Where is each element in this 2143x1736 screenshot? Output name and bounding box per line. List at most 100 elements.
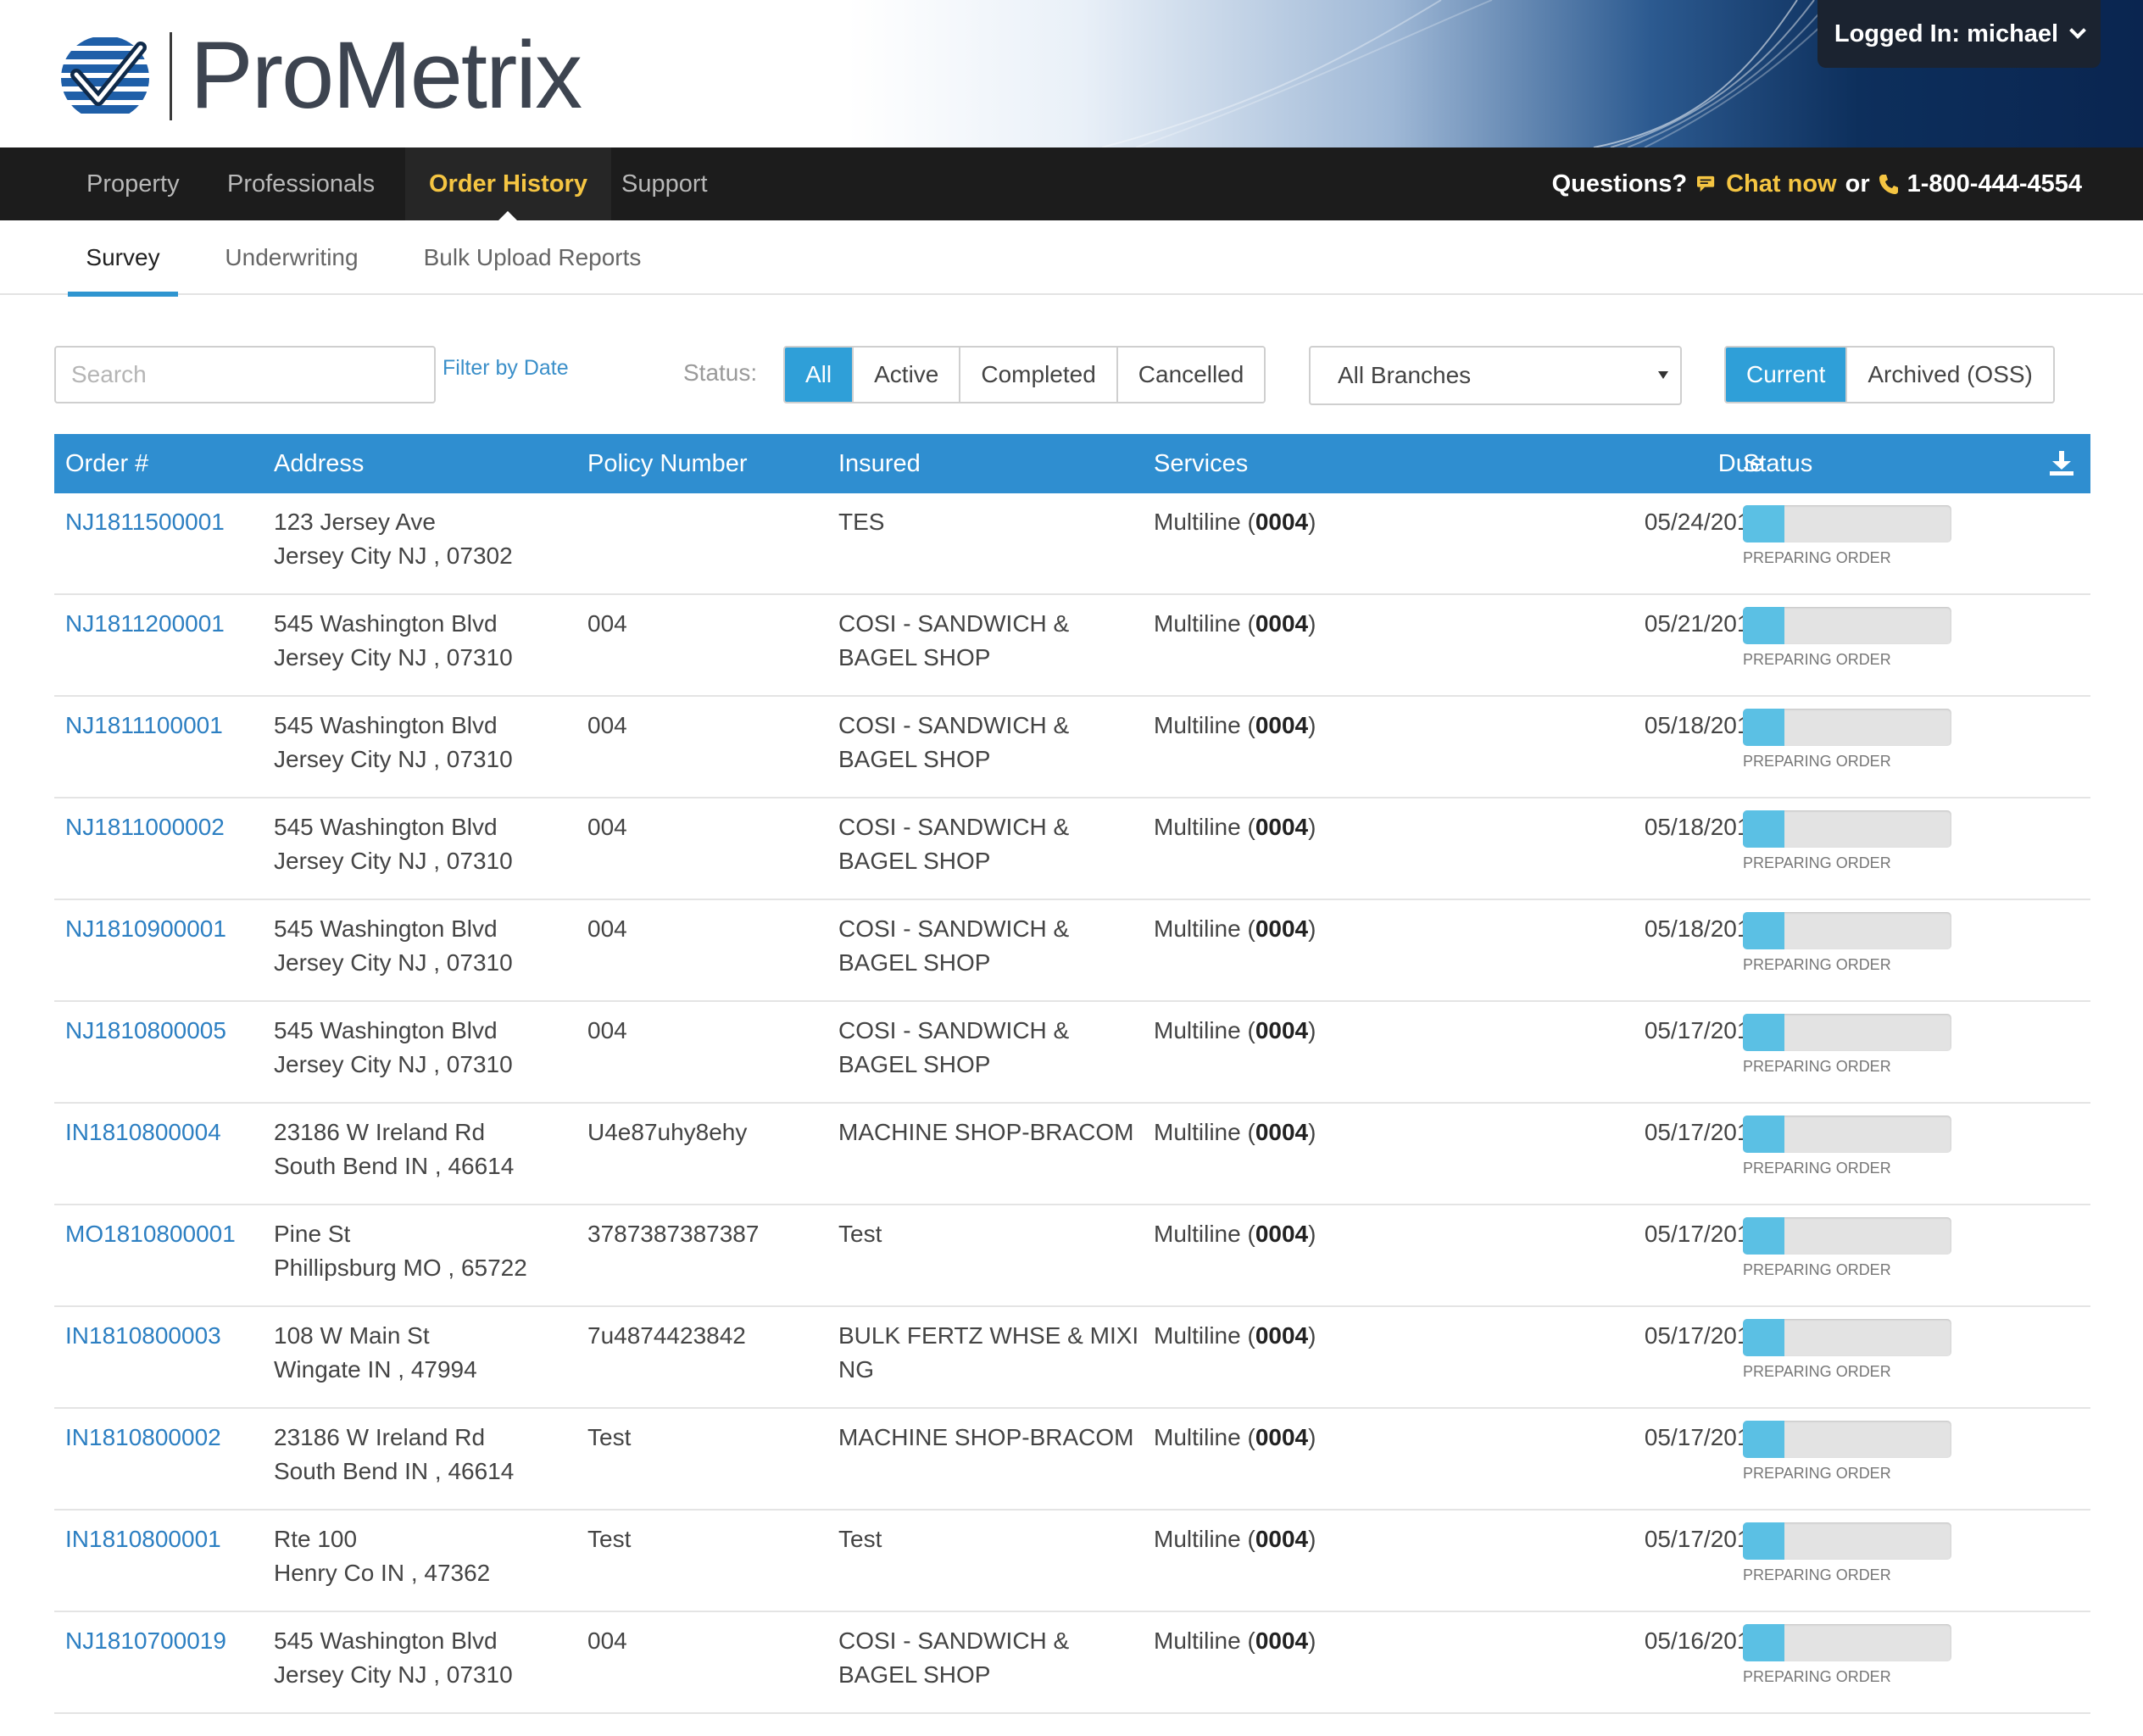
service-name: Multiline ( (1154, 915, 1255, 942)
table-row[interactable]: NJ1810800005 545 Washington Blvd Jersey Ci… (54, 1002, 2090, 1104)
status-cancelled-button[interactable]: Cancelled (1116, 348, 1265, 402)
order-number-link[interactable]: NJ1811000002 (65, 810, 225, 844)
order-number-link[interactable]: IN1810800002 (65, 1421, 221, 1455)
insured-name: Test (838, 1526, 882, 1552)
service-name: Multiline ( (1154, 509, 1255, 535)
status-progress-bar (1743, 1217, 1951, 1255)
service-close: ) (1308, 1628, 1316, 1654)
service-name: Multiline ( (1154, 712, 1255, 738)
search-input[interactable] (54, 346, 436, 403)
order-number-link[interactable]: IN1810800004 (65, 1116, 221, 1149)
due-date: 05/17/2018 (1644, 1119, 1763, 1145)
status-active-button[interactable]: Active (852, 348, 960, 402)
orders-table-header: Order # Address Policy Number Insured Se… (54, 434, 2090, 493)
service-close: ) (1308, 1424, 1316, 1450)
service-close: ) (1308, 509, 1316, 535)
status-completed-button[interactable]: Completed (959, 348, 1116, 402)
service-name: Multiline ( (1154, 1424, 1255, 1450)
table-row[interactable]: IN1810800002 23186 W Ireland Rd South Bend… (54, 1409, 2090, 1511)
tab-bulk-upload-reports[interactable]: Bulk Upload Reports (409, 220, 656, 295)
order-number-link[interactable]: NJ1810800005 (65, 1014, 226, 1048)
address-cell: Pine St Phillipsburg MO , 65722 (274, 1217, 527, 1285)
table-row[interactable]: NJ1810900001 545 Washington Blvd Jersey Ci… (54, 900, 2090, 1002)
address-cell: 23186 W Ireland Rd South Bend IN , 46614 (274, 1421, 514, 1488)
branch-select[interactable]: All Branches (1309, 346, 1682, 405)
status-progress-fill (1743, 1319, 1785, 1356)
services-cell: Multiline (0004) (1154, 1624, 1316, 1658)
insured-name: TES (838, 509, 885, 535)
table-row[interactable]: IN1810800003 108 W Main St Wingate IN , 47… (54, 1307, 2090, 1409)
insured-name: COSI - SANDWICH & BAGEL SHOP (838, 610, 1070, 670)
address-line2: Jersey City NJ , 07310 (274, 949, 513, 976)
branch-select-value: All Branches (1338, 362, 1472, 388)
scope-current-button[interactable]: Current (1726, 348, 1846, 402)
policy-number: U4e87uhy8ehy (587, 1119, 748, 1145)
order-number-link[interactable]: NJ1810700019 (65, 1624, 226, 1658)
table-row[interactable]: NJ1810700019 545 Washington Blvd Jersey Ci… (54, 1612, 2090, 1714)
table-row[interactable]: IN1810800004 23186 W Ireland Rd South Bend… (54, 1104, 2090, 1205)
address-line2: Jersey City NJ , 07310 (274, 1661, 513, 1688)
services-cell: Multiline (0004) (1154, 709, 1316, 743)
policy-number: 3787387387387 (587, 1221, 760, 1247)
services-cell: Multiline (0004) (1154, 1319, 1316, 1353)
nav-support[interactable]: Support (621, 147, 708, 220)
status-progress-bar (1743, 1421, 1951, 1458)
status-progress-bar (1743, 912, 1951, 949)
col-status[interactable]: Status (1743, 434, 1812, 493)
service-name: Multiline ( (1154, 814, 1255, 840)
services-cell: Multiline (0004) (1154, 912, 1316, 946)
help-contact: Questions? Chat now or 1-800-444-4554 (1552, 147, 2082, 220)
order-number-link[interactable]: NJ1811200001 (65, 607, 225, 641)
tab-survey[interactable]: Survey (68, 220, 178, 297)
col-address[interactable]: Address (274, 434, 364, 493)
status-progress-fill (1743, 1014, 1785, 1051)
col-insured[interactable]: Insured (838, 434, 921, 493)
order-number-link[interactable]: IN1810800001 (65, 1522, 221, 1556)
insured-name: COSI - SANDWICH & BAGEL SHOP (838, 1628, 1070, 1688)
logo-divider (170, 32, 172, 120)
policy-number: 004 (587, 1017, 627, 1043)
service-code: 0004 (1255, 1424, 1309, 1450)
chat-now-link[interactable]: Chat now (1726, 147, 1837, 220)
status-all-button[interactable]: All (785, 348, 853, 402)
address-line1: 23186 W Ireland Rd (274, 1424, 486, 1450)
status-label-text: PREPARING ORDER (1743, 753, 1891, 770)
col-order[interactable]: Order # (65, 434, 148, 493)
service-name: Multiline ( (1154, 1322, 1255, 1349)
order-number-link[interactable]: NJ1810900001 (65, 912, 226, 946)
user-menu-button[interactable]: Logged In: michael (1817, 0, 2101, 68)
table-row[interactable]: NJ1811200001 545 Washington Blvd Jersey Ci… (54, 595, 2090, 697)
policy-number: 7u4874423842 (587, 1322, 746, 1349)
nav-order-history[interactable]: Order History (405, 147, 611, 221)
address-cell: 123 Jersey Ave Jersey City NJ , 07302 (274, 505, 513, 573)
status-label-text: PREPARING ORDER (1743, 1058, 1891, 1075)
table-row[interactable]: IN1810800001 Rte 100 Henry Co IN , 47362 Te… (54, 1511, 2090, 1612)
col-due[interactable]: Due (1580, 434, 1763, 493)
order-number-link[interactable]: NJ1811500001 (65, 505, 225, 539)
scope-archived-button[interactable]: Archived (OSS) (1845, 348, 2053, 402)
col-policy-number[interactable]: Policy Number (587, 434, 748, 493)
status-label-text: PREPARING ORDER (1743, 1668, 1891, 1685)
status-progress-fill (1743, 810, 1785, 848)
insured-name: BULK FERTZ WHSE & MIXI NG (838, 1322, 1139, 1383)
tab-underwriting[interactable]: Underwriting (210, 220, 373, 295)
filter-by-date-link[interactable]: Filter by Date (443, 356, 569, 381)
table-row[interactable]: NJ1811000002 545 Washington Blvd Jersey Ci… (54, 798, 2090, 900)
col-services[interactable]: Services (1154, 434, 1248, 493)
sub-tabs: Survey Underwriting Bulk Upload Reports (0, 220, 2143, 297)
download-icon[interactable] (2050, 451, 2073, 476)
phone-number-link[interactable]: 1-800-444-4554 (1907, 147, 2082, 220)
order-number-link[interactable]: IN1810800003 (65, 1319, 221, 1353)
nav-property[interactable]: Property (86, 147, 180, 220)
services-cell: Multiline (0004) (1154, 1217, 1316, 1251)
insured-name: MACHINE SHOP-BRACOM (838, 1119, 1134, 1145)
order-number-link[interactable]: MO1810800001 (65, 1217, 236, 1251)
address-line1: 108 W Main St (274, 1322, 430, 1349)
table-row[interactable]: NJ1811500001 123 Jersey Ave Jersey City NJ… (54, 493, 2090, 595)
due-date: 05/16/2018 (1644, 1628, 1763, 1654)
order-number-link[interactable]: NJ1811100001 (65, 709, 223, 743)
table-row[interactable]: NJ1811100001 545 Washington Blvd Jersey Ci… (54, 697, 2090, 798)
table-row[interactable]: MO1810800001 Pine St Phillipsburg MO , 657… (54, 1205, 2090, 1307)
nav-professionals[interactable]: Professionals (227, 147, 375, 220)
address-cell: 545 Washington Blvd Jersey City NJ , 0731… (274, 709, 513, 776)
